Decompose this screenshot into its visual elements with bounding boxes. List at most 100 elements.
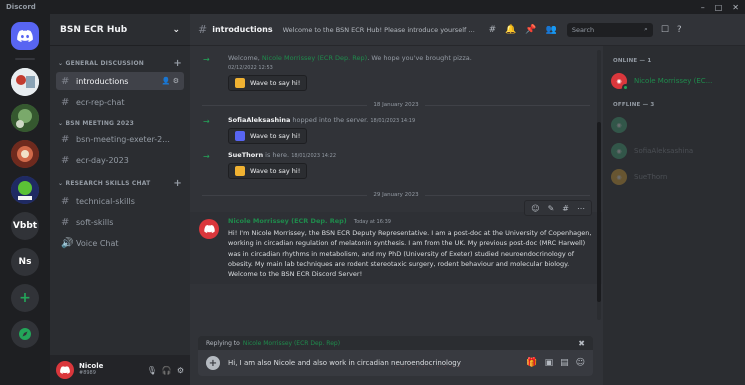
server-ns[interactable]: Ns (11, 248, 39, 276)
wave-button[interactable]: Wave to say hi! (228, 75, 308, 92)
system-message-join: → SueThorn is here. 18/01/2023 14:22 Wav… (190, 151, 602, 180)
help-icon[interactable]: ? (677, 25, 682, 35)
add-server-button[interactable]: + (11, 284, 39, 312)
category-general-discussion[interactable]: ⌄ GENERAL DISCUSSION + (56, 52, 184, 72)
search-placeholder: Search (571, 25, 595, 34)
scrollbar-thumb[interactable] (597, 122, 601, 302)
message-input[interactable]: Hi, I am also Nicole and also work in ci… (228, 359, 518, 367)
cancel-reply-button[interactable]: ✖ (578, 339, 585, 348)
wave-button[interactable]: Wave to say hi! (228, 163, 308, 180)
member-item[interactable]: ◉ (611, 114, 737, 136)
member-group-offline: OFFLINE — 3 (613, 102, 655, 108)
forum-icon: # (61, 195, 70, 207)
more-options-icon[interactable]: ⋯ (577, 204, 585, 213)
gear-icon[interactable]: ⚙ (177, 366, 184, 375)
member-name: Nicole Morrissey (EC... (634, 77, 713, 85)
member-list: ONLINE — 1 ◉ Nicole Morrissey (EC... OFF… (603, 46, 745, 385)
guild-header[interactable]: BSN ECR Hub ⌄ (50, 14, 190, 46)
channel-settings-icons[interactable]: 👤 ⚙ (162, 77, 179, 85)
guild-name: BSN ECR Hub (60, 24, 128, 35)
add-channel-icon[interactable]: + (173, 58, 182, 69)
server-avatar-icon (11, 140, 39, 168)
message-composer: + Hi, I am also Nicole and also work in … (198, 350, 593, 376)
category-bsn-meeting-2023[interactable]: ⌄ BSN MEETING 2023 (56, 114, 184, 130)
server-vbbt[interactable]: Vbbt (11, 212, 39, 240)
hash-icon: # (61, 216, 70, 228)
pin-icon[interactable]: 📌 (525, 25, 536, 35)
message-header: Nicole Morrissey (ECR Dep. Rep) Today at… (228, 217, 592, 225)
user-controls: 🎙 🎧 ⚙ (147, 366, 184, 375)
wave-sticker-icon (235, 166, 245, 177)
channel-topic[interactable]: Welcome to the BSN ECR Hub! Please intro… (283, 26, 479, 34)
reply-target: Nicole Morrissey (ECR Dep. Rep) (242, 339, 341, 347)
message-timestamp: Today at 16:39 (353, 219, 391, 226)
edit-icon[interactable]: ✎ (548, 204, 555, 213)
channel-label: ecr-rep-chat (76, 97, 125, 107)
channel-introductions[interactable]: # introductions 👤 ⚙ (56, 72, 184, 90)
join-arrow-icon: → (203, 117, 210, 127)
wave-button[interactable]: Wave to say hi! (228, 128, 308, 145)
member-item[interactable]: ◉ Nicole Morrissey (EC... (611, 70, 737, 92)
join-username[interactable]: SofiaAleksashina (228, 116, 290, 124)
message-scrollbar[interactable] (597, 50, 601, 320)
member-item[interactable]: ◉ SofiaAleksashina (611, 140, 737, 162)
gif-icon[interactable]: ▣ (545, 358, 554, 368)
user-name-block[interactable]: Nicole #8989 (79, 363, 103, 376)
member-item[interactable]: ◉ SueThorn (611, 166, 737, 188)
category-label: ⌄ GENERAL DISCUSSION (58, 60, 144, 67)
wave-label: Wave to say hi! (250, 132, 301, 141)
system-message-welcome: → Welcome, Nicole Morrissey (ECR Dep. Re… (190, 54, 602, 92)
emoji-icon[interactable]: ☺ (576, 358, 585, 368)
title-bar: Discord – □ ✕ (0, 0, 745, 14)
add-channel-icon[interactable]: + (173, 178, 182, 189)
home-button[interactable] (11, 22, 39, 50)
channel-header: # introductions Welcome to the BSN ECR H… (190, 14, 745, 46)
attach-button[interactable]: + (206, 356, 220, 370)
server-2[interactable] (11, 104, 39, 132)
maximize-button[interactable]: □ (715, 3, 723, 12)
explore-servers-button[interactable] (11, 320, 39, 348)
discord-icon (17, 30, 33, 42)
server-4[interactable] (11, 176, 39, 204)
wave-sticker-icon (235, 131, 245, 142)
inbox-icon[interactable]: ☐ (661, 25, 669, 35)
channel-technical-skills[interactable]: # technical-skills (56, 192, 184, 210)
server-3[interactable] (11, 140, 39, 168)
channel-ecr-day-2023[interactable]: # ecr-day-2023 (56, 151, 184, 169)
category-research-skills-chat[interactable]: ⌄ RESEARCH SKILLS CHAT + (56, 172, 184, 192)
search-input[interactable]: Search ⌕ (566, 22, 653, 37)
create-thread-icon[interactable]: # (562, 204, 569, 213)
channel-list: ⌄ GENERAL DISCUSSION + # introductions 👤… (50, 46, 190, 252)
minimize-button[interactable]: – (701, 3, 705, 12)
member-list-icon[interactable]: 👥 (546, 25, 557, 35)
join-username[interactable]: SueThorn (228, 151, 263, 159)
channel-soft-skills[interactable]: # soft-skills (56, 213, 184, 231)
channel-bsn-meeting-exeter[interactable]: # bsn-meeting-exeter-2... (56, 130, 184, 148)
author-avatar[interactable] (199, 219, 219, 240)
channel-label: introductions (76, 76, 129, 86)
hash-icon: # (198, 23, 208, 36)
gift-icon[interactable]: 🎁 (526, 358, 537, 368)
user-mention[interactable]: Nicole Morrissey (ECR Dep. Rep) (262, 54, 367, 62)
close-window-button[interactable]: ✕ (732, 3, 739, 12)
join-arrow-icon: → (203, 152, 210, 162)
channel-title: introductions (212, 25, 273, 34)
microphone-icon[interactable]: 🎙 (147, 366, 157, 375)
compass-icon (19, 328, 31, 340)
member-name: SofiaAleksashina (634, 147, 694, 155)
server-bsn-ecr-hub[interactable] (11, 68, 39, 96)
bell-icon[interactable]: 🔔 (505, 25, 516, 35)
message-author[interactable]: Nicole Morrissey (ECR Dep. Rep) (228, 217, 347, 225)
chat-message[interactable]: ☺ ✎ # ⋯ Nicole Morrissey (ECR Dep. Rep) … (190, 200, 602, 284)
add-reaction-icon[interactable]: ☺ (531, 204, 539, 213)
sticker-icon[interactable]: ▤ (560, 358, 569, 368)
user-avatar[interactable] (56, 361, 74, 379)
user-panel: Nicole #8989 🎙 🎧 ⚙ (50, 355, 190, 385)
channel-voice-chat[interactable]: 🔊 Voice Chat (56, 234, 184, 252)
headphones-icon[interactable]: 🎧 (162, 366, 172, 375)
threads-icon[interactable]: # (489, 25, 497, 35)
system-message-text: SueThorn is here. 18/01/2023 14:22 (228, 151, 337, 160)
misspelled-word[interactable]: neuroendocrinology (391, 359, 461, 367)
channel-ecr-rep-chat[interactable]: # ecr-rep-chat (56, 93, 184, 111)
wave-label: Wave to say hi! (250, 79, 301, 88)
